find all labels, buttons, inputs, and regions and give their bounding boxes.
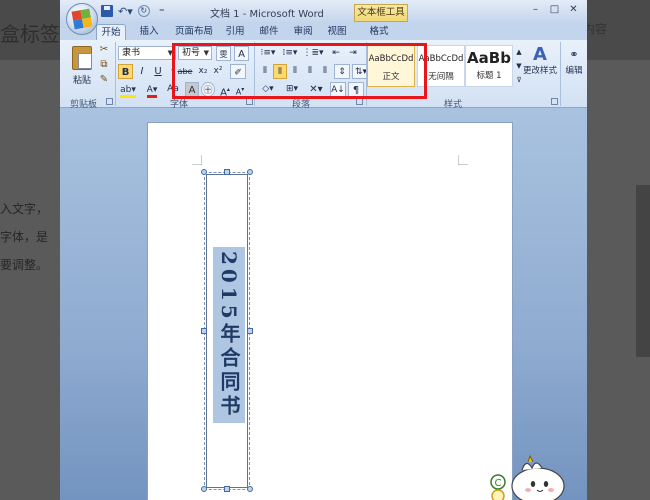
text-box-frame: 2015年合同书 ↵	[206, 174, 248, 488]
office-button[interactable]	[66, 3, 98, 35]
italic-button[interactable]: I	[135, 64, 149, 79]
redo-button[interactable]: ↻	[137, 4, 151, 19]
highlight-annotation-box	[172, 43, 427, 99]
group-separator	[560, 42, 561, 106]
tab-mailings[interactable]: 邮件	[256, 24, 282, 40]
document-area: 2015年合同书 ↵	[60, 108, 587, 500]
tab-format[interactable]: 格式	[366, 24, 392, 40]
save-icon	[101, 5, 113, 17]
customize-icon: ⁼	[158, 4, 165, 18]
document-page[interactable]: 2015年合同书 ↵	[147, 122, 513, 500]
copy-button[interactable]: ⧉	[98, 59, 110, 71]
paste-icon	[72, 46, 92, 70]
resize-handle[interactable]	[201, 328, 207, 334]
svg-text:C: C	[495, 478, 502, 489]
background-line-2: 字体，是	[0, 230, 49, 244]
resize-handle[interactable]	[247, 169, 253, 175]
underline-button[interactable]: U	[151, 64, 165, 79]
save-button[interactable]	[100, 4, 114, 19]
change-styles-icon: A	[533, 44, 547, 65]
font-name-value: 隶书	[122, 48, 141, 58]
group-separator	[115, 42, 116, 106]
change-styles-label: 更改样式	[522, 66, 557, 76]
background-line-3: 要调整。	[0, 258, 49, 272]
tab-review[interactable]: 审阅	[290, 24, 316, 40]
copy-icon: ⧉	[100, 59, 108, 70]
resize-handle[interactable]	[247, 486, 253, 492]
cut-button[interactable]: ✂	[98, 44, 110, 56]
resize-handle[interactable]	[247, 328, 253, 334]
resize-handle[interactable]	[224, 169, 230, 175]
tab-references[interactable]: 引用	[222, 24, 248, 40]
bold-button[interactable]: B	[118, 64, 133, 79]
tab-insert[interactable]: 插入	[136, 24, 162, 40]
style-sample: AaBb	[467, 49, 511, 67]
binoculars-icon: ⚭	[569, 48, 579, 61]
background-line-1: 入文字，	[0, 202, 49, 216]
style-heading-1[interactable]: AaBb 标题 1	[465, 45, 513, 87]
background-title: 盒标签	[0, 22, 60, 46]
paste-button[interactable]: 粘贴	[68, 44, 96, 92]
ribbon-tabs: 开始 插入 页面布局 引用 邮件 审阅 视图 格式	[60, 22, 587, 40]
font-name-combo[interactable]: 隶书 ▼	[118, 46, 176, 60]
editing-button[interactable]: ⚭ 编辑	[563, 45, 585, 85]
close-button[interactable]: ✕	[566, 2, 581, 17]
background-side-block	[636, 185, 650, 357]
font-color-button[interactable]: A▾	[142, 82, 162, 98]
tab-home[interactable]: 开始	[96, 24, 126, 40]
textbox-tools-header: 文本框工具	[354, 4, 408, 22]
word-window: ↶▾ ↻ ⁼ 文档 1 - Microsoft Word 文本框工具 – □ ✕…	[60, 0, 587, 500]
font-launcher[interactable]	[246, 98, 253, 105]
change-styles-button[interactable]: A 更改样式	[522, 45, 558, 85]
mascot-sticker-icon: C	[490, 454, 565, 500]
margin-corner-mark	[192, 155, 202, 165]
format-painter-button[interactable]: ✎	[98, 74, 110, 86]
maximize-button[interactable]: □	[547, 2, 562, 17]
window-title: 文档 1 - Microsoft Word	[210, 9, 324, 20]
resize-handle[interactable]	[201, 169, 207, 175]
tab-page-layout[interactable]: 页面布局	[170, 24, 218, 40]
scissors-icon: ✂	[99, 44, 109, 55]
customize-qat-button[interactable]: ⁼	[155, 4, 169, 19]
resize-handle[interactable]	[201, 486, 207, 492]
redo-icon: ↻	[137, 5, 150, 17]
highlighter-icon: ab▾	[120, 85, 136, 98]
paragraph-mark: ↵	[232, 407, 238, 415]
paste-label: 粘贴	[72, 76, 91, 86]
undo-button[interactable]: ↶▾	[118, 4, 133, 19]
title-bar: ↶▾ ↻ ⁼ 文档 1 - Microsoft Word 文本框工具 – □ ✕	[60, 0, 587, 35]
textbox-text[interactable]: 2015年合同书	[213, 247, 245, 423]
resize-handle[interactable]	[224, 486, 230, 492]
margin-corner-mark	[458, 155, 468, 165]
office-logo-icon	[71, 8, 93, 30]
paragraph-launcher[interactable]	[356, 98, 363, 105]
tab-view[interactable]: 视图	[324, 24, 350, 40]
editing-label: 编辑	[565, 66, 583, 76]
text-box[interactable]: 2015年合同书 ↵	[201, 169, 253, 492]
style-name: 标题 1	[476, 71, 502, 81]
styles-launcher[interactable]	[551, 98, 558, 105]
quick-access-toolbar: ↶▾ ↻ ⁼	[100, 3, 169, 19]
text-highlight-button[interactable]: ab▾	[118, 82, 138, 98]
minimize-button[interactable]: –	[528, 2, 543, 17]
window-controls: – □ ✕	[528, 2, 581, 17]
clipboard-launcher[interactable]	[106, 98, 113, 105]
undo-icon: ↶▾	[118, 4, 133, 18]
brush-icon: ✎	[99, 74, 109, 85]
font-color-icon: A▾	[146, 85, 158, 98]
